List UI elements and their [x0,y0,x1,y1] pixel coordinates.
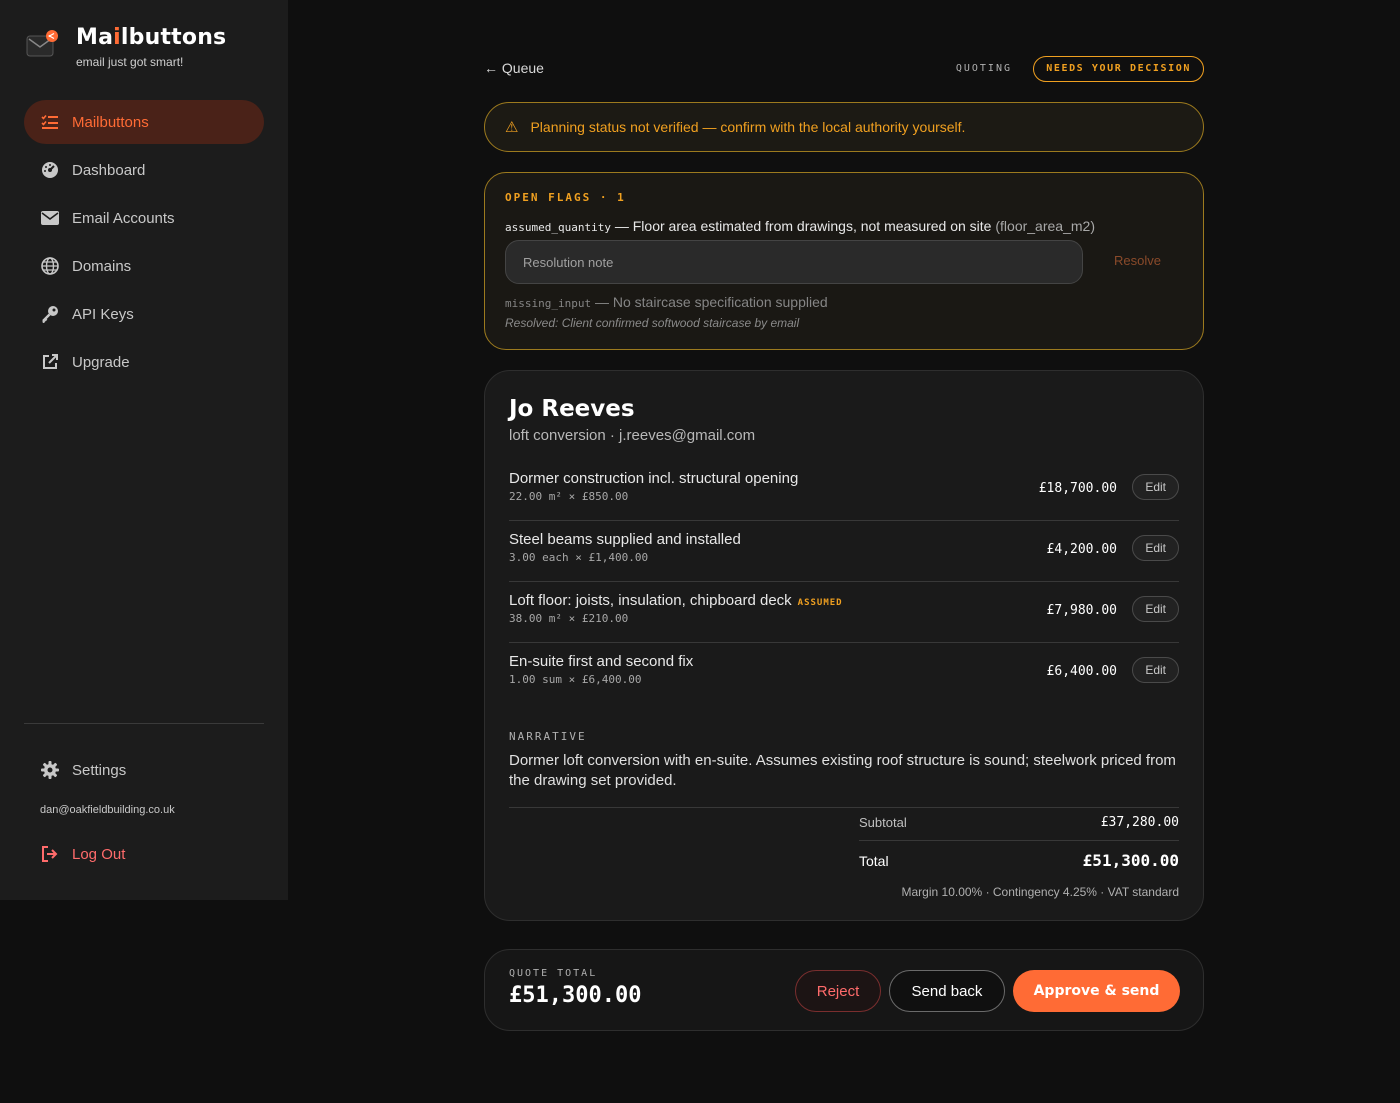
line-item-description: Loft floor: joists, insulation, chipboar… [509,592,843,609]
resolve-button[interactable]: Resolve [1114,253,1161,268]
total-label: Total [859,853,889,869]
flag-code: missing_input [505,297,592,310]
sidebar-item-label: Email Accounts [72,209,175,227]
topbar: ← Queue QUOTING NEEDS YOUR DECISION [484,56,1204,82]
send-back-button[interactable]: Send back [889,970,1005,1012]
flags-heading: OPEN FLAGS · 1 [505,191,626,204]
sidebar-item-label: Upgrade [72,353,130,371]
quote-total-label: QUOTE TOTAL [509,968,598,979]
line-item-amount: £18,700.00 [1038,481,1117,496]
line-items: Dormer construction incl. structural ope… [509,460,1179,704]
globe-icon [40,256,60,276]
line-item-calc: 38.00 m² × £210.00 [509,612,629,625]
mail-logo-icon [26,30,58,62]
line-item: En-suite first and second fix 1.00 sum ×… [509,643,1179,704]
subtotal-label: Subtotal [859,815,907,830]
sidebar-item-label: API Keys [72,305,134,323]
quote-total-value: £51,300.00 [509,983,642,1008]
quote-card: Jo Reeves loft conversion · j.reeves@gma… [484,370,1204,921]
line-item-description: En-suite first and second fix [509,653,694,670]
edit-line-item-button[interactable]: Edit [1132,535,1179,561]
line-item-description: Dormer construction incl. structural ope… [509,470,799,487]
sign-out-icon [40,844,60,864]
sidebar-item-upgrade[interactable]: Upgrade [24,340,264,384]
brand-name: Mailbuttons [76,25,227,50]
narrative-text: Dormer loft conversion with en-suite. As… [509,751,1179,808]
sidebar-divider [24,723,264,724]
logout-label: Log Out [72,845,126,863]
sidebar-item-settings[interactable]: Settings [24,748,264,792]
subtotal-value: £37,280.00 [1100,815,1179,830]
external-link-icon [40,352,60,372]
line-item-description: Steel beams supplied and installed [509,531,741,548]
sidebar-item-label: Mailbuttons [72,113,149,131]
total-value: £51,300.00 [1082,851,1179,870]
gauge-icon [40,160,60,180]
line-item-calc: 3.00 each × £1,400.00 [509,551,649,564]
sidebar: Mailbuttons email just got smart! Mailbu… [0,0,288,900]
resolution-row: Resolve [505,240,1183,284]
line-item: Dormer construction incl. structural ope… [509,460,1179,521]
action-bar: QUOTE TOTAL £51,300.00 Reject Send back … [484,949,1204,1031]
line-item-amount: £4,200.00 [1046,542,1117,557]
user-email: dan@oakfieldbuilding.co.uk [40,804,175,816]
sidebar-item-label: Settings [72,761,127,779]
status-badge: NEEDS YOUR DECISION [1033,56,1204,82]
reject-button[interactable]: Reject [795,970,881,1012]
list-check-icon [40,112,60,132]
line-item: Loft floor: joists, insulation, chipboar… [509,582,1179,643]
status-label: QUOTING [955,63,1012,74]
line-item: Steel beams supplied and installed 3.00 … [509,521,1179,582]
logout-nav: Log Out [24,832,264,880]
logout-button[interactable]: Log Out [24,832,264,876]
open-flags-panel: OPEN FLAGS · 1 assumed_quantity — Floor … [484,172,1204,350]
totals: Subtotal £37,280.00 Total £51,300.00 Mar… [859,811,1179,899]
sidebar-item-label: Domains [72,257,132,275]
sidebar-item-label: Dashboard [72,161,146,179]
edit-line-item-button[interactable]: Edit [1132,657,1179,683]
warning-icon: ⚠ [505,119,519,136]
settings-nav: Settings [24,748,264,796]
resolution-note-input[interactable] [505,240,1083,284]
gear-icon [40,760,60,780]
pricing-meta: Margin 10.00% · Contingency 4.25% · VAT … [901,885,1179,899]
line-item-calc: 22.00 m² × £850.00 [509,490,629,503]
sidebar-item-mailbuttons[interactable]: Mailbuttons [24,100,264,144]
flag-field: (floor_area_m2) [995,218,1095,234]
line-item-calc: 1.00 sum × £6,400.00 [509,673,642,686]
flag-text: — No staircase specification supplied [591,294,828,310]
back-to-queue-link[interactable]: ← Queue [484,60,544,76]
line-item-amount: £6,400.00 [1046,664,1117,679]
sidebar-nav: Mailbuttons Dashboard Email Accounts Dom… [24,100,264,388]
client-name: Jo Reeves [509,396,635,422]
planning-warning-banner: ⚠ Planning status not verified — confirm… [484,102,1204,152]
flag-code: assumed_quantity [505,221,611,234]
narrative-heading: NARRATIVE [509,730,587,743]
assumed-tag: ASSUMED [797,598,843,608]
envelope-icon [40,208,60,228]
brand[interactable]: Mailbuttons email just got smart! [26,26,226,69]
sidebar-item-email-accounts[interactable]: Email Accounts [24,196,264,240]
open-flag: assumed_quantity — Floor area estimated … [505,218,1183,234]
brand-tagline: email just got smart! [76,55,184,69]
resolved-flag: missing_input — No staircase specificati… [505,294,1183,310]
sidebar-item-domains[interactable]: Domains [24,244,264,288]
resolved-note: Resolved: Client confirmed softwood stai… [505,316,800,330]
key-icon [40,304,60,324]
sidebar-item-dashboard[interactable]: Dashboard [24,148,264,192]
total-row: Total £51,300.00 [859,841,1179,879]
flag-text: — Floor area estimated from drawings, no… [610,218,996,234]
subtotal-row: Subtotal £37,280.00 [859,811,1179,841]
sidebar-item-api-keys[interactable]: API Keys [24,292,264,336]
line-item-amount: £7,980.00 [1046,603,1117,618]
edit-line-item-button[interactable]: Edit [1132,596,1179,622]
approve-send-button[interactable]: Approve & send [1013,970,1180,1012]
client-subtitle: loft conversion · j.reeves@gmail.com [509,427,756,444]
warning-text: Planning status not verified — confirm w… [530,119,966,135]
edit-line-item-button[interactable]: Edit [1132,474,1179,500]
